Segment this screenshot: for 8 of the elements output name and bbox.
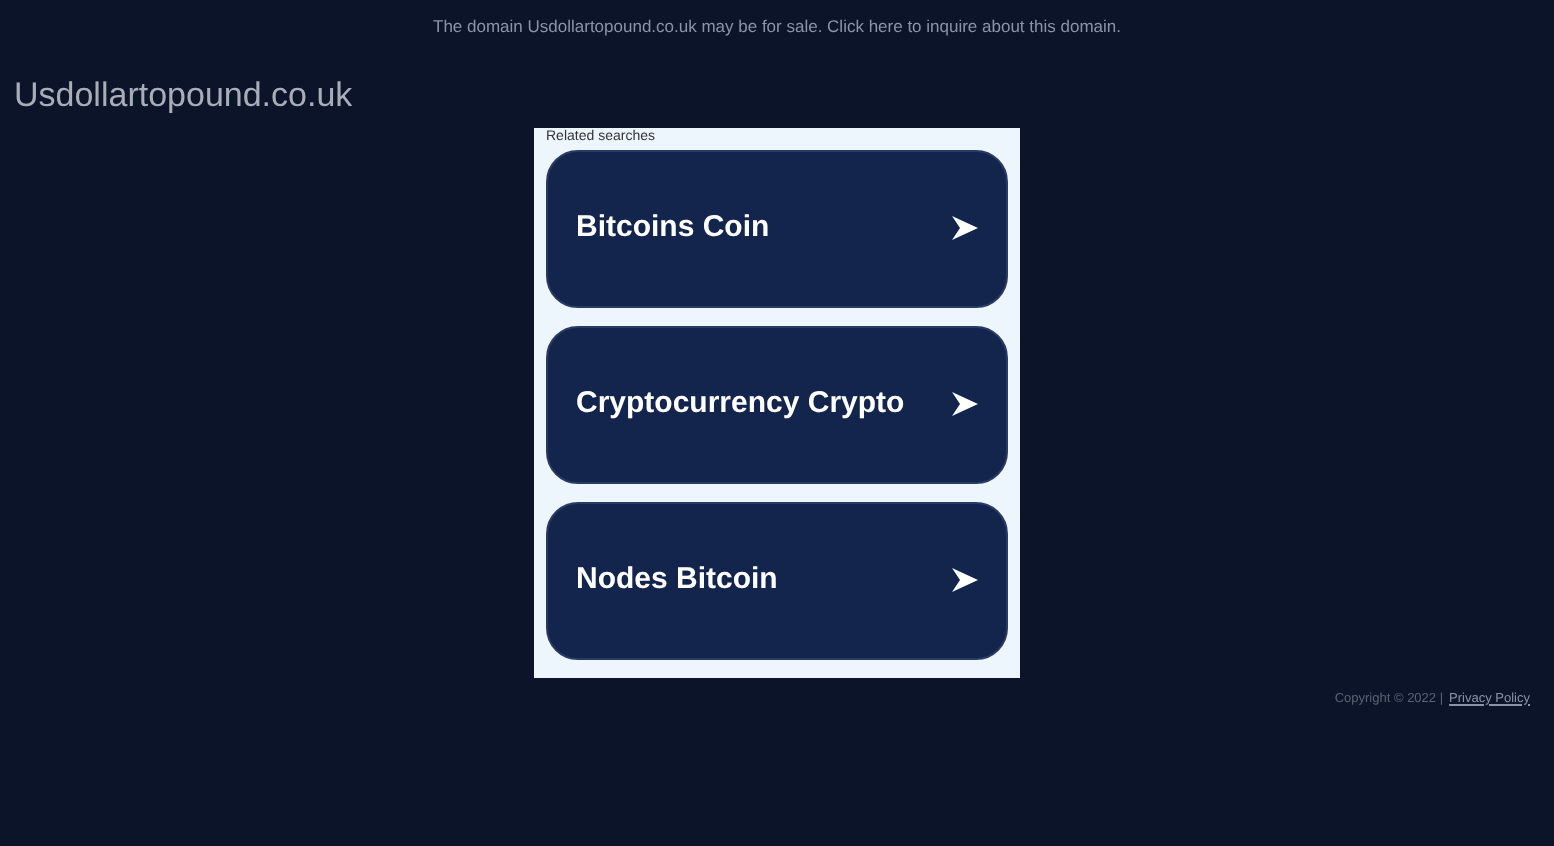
domain-sale-link[interactable]: The domain Usdollartopound.co.uk may be for sale. Click here to inquire about this domain.	[433, 14, 1121, 40]
arrow-icon	[952, 568, 978, 593]
arrow-icon	[952, 392, 978, 417]
search-link[interactable]: Cryptocurrency Crypto	[546, 325, 1008, 484]
site-title: Usdollartopound.co.uk	[14, 75, 353, 114]
search-link[interactable]: Nodes Bitcoin	[546, 501, 1008, 660]
search-link[interactable]: Bitcoins Coin	[546, 149, 1008, 308]
arrow-icon	[952, 216, 978, 241]
